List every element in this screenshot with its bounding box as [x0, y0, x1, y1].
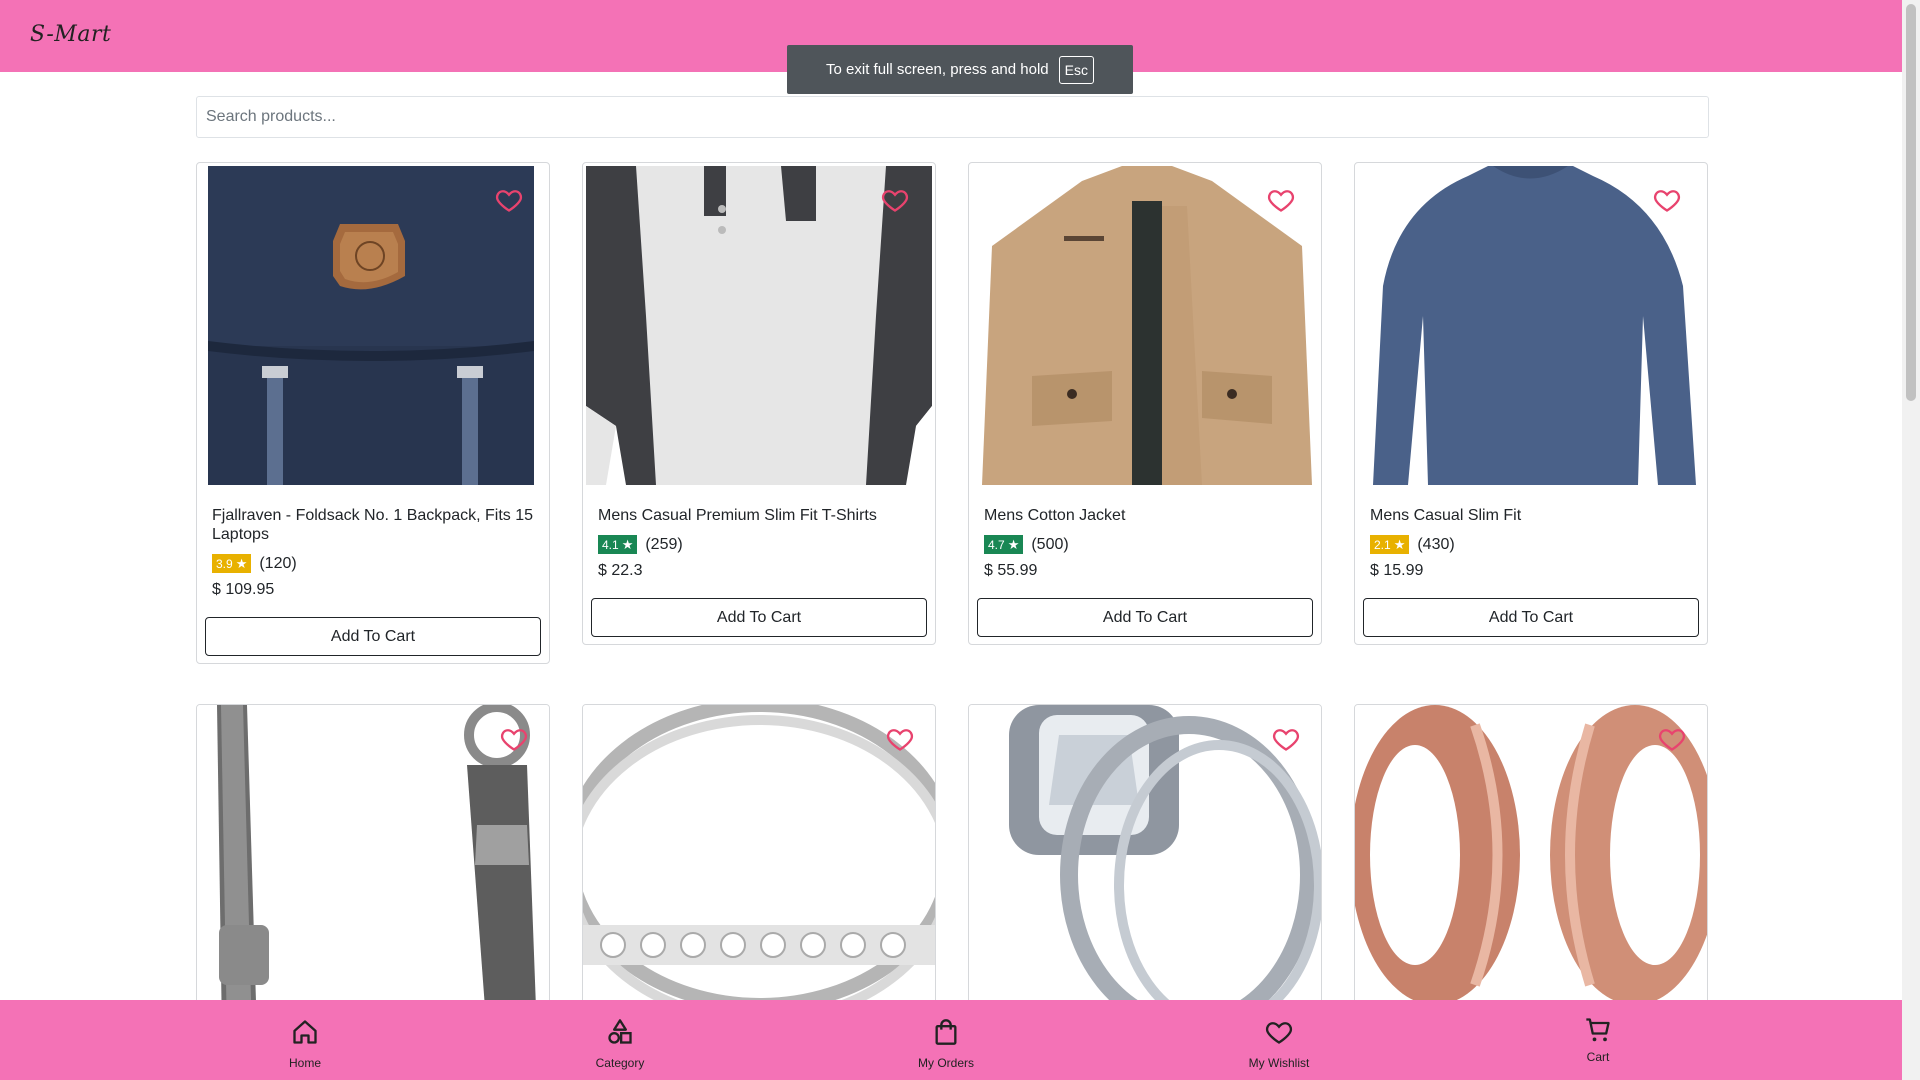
nav-cart[interactable]: Cart — [1528, 1000, 1668, 1080]
nav-my-orders[interactable]: My Orders — [876, 1000, 1016, 1080]
add-to-cart-button[interactable]: Add To Cart — [977, 598, 1313, 637]
nav-home-label: Home — [288, 1056, 321, 1070]
product-card: Fjallraven - Foldsack No. 1 Backpack, Fi… — [196, 162, 550, 664]
nav-home[interactable]: Home — [235, 1000, 375, 1080]
rating-value: 4.1 — [602, 537, 619, 552]
star-icon: ★ — [1007, 536, 1020, 552]
wishlist-heart-icon[interactable] — [499, 725, 529, 753]
product-card: Mens Casual Premium Slim Fit T-Shirts 4.… — [582, 162, 936, 645]
rating-badge: 4.1 ★ — [598, 535, 638, 554]
category-icon — [608, 1019, 632, 1044]
review-count: (500) — [1031, 535, 1069, 553]
product-image-ring[interactable] — [583, 705, 935, 1033]
nav-category[interactable]: Category — [550, 1000, 690, 1080]
wishlist-heart-icon[interactable] — [1266, 186, 1296, 214]
bottom-navigation: Home Category My Orders My Wishlist Cart — [0, 1000, 1902, 1080]
star-icon: ★ — [235, 555, 248, 571]
product-image-diamond-ring[interactable] — [969, 705, 1321, 1033]
shopping-bag-icon — [935, 1019, 957, 1045]
wishlist-heart-icon[interactable] — [494, 186, 524, 214]
wishlist-heart-icon[interactable] — [880, 186, 910, 214]
add-to-cart-button[interactable]: Add To Cart — [205, 617, 541, 656]
product-card — [196, 704, 550, 1034]
review-count: (430) — [1417, 535, 1455, 553]
fullscreen-notice: To exit full screen, press and hold Esc — [787, 45, 1133, 94]
wishlist-heart-icon[interactable] — [1652, 186, 1682, 214]
product-card — [1354, 704, 1708, 1034]
nav-cart-label: Cart — [1586, 1050, 1610, 1064]
product-card: Mens Casual Slim Fit 2.1 ★ (430) $ 15.99 … — [1354, 162, 1708, 645]
search-input[interactable] — [196, 96, 1709, 138]
rating-value: 4.7 — [988, 537, 1005, 552]
star-icon: ★ — [621, 536, 634, 552]
nav-my-orders-label: My Orders — [917, 1056, 974, 1070]
wishlist-heart-icon[interactable] — [1271, 725, 1301, 753]
rating-badge: 2.1 ★ — [1370, 535, 1410, 554]
product-price: $ 55.99 — [984, 562, 1038, 579]
cart-icon — [1586, 1018, 1610, 1042]
scrollbar-thumb[interactable] — [1906, 4, 1916, 401]
rating-badge: 3.9 ★ — [212, 554, 252, 573]
star-icon: ★ — [1393, 536, 1406, 552]
review-count: (259) — [645, 535, 683, 553]
product-card — [582, 704, 936, 1034]
nav-my-wishlist-label: My Wishlist — [1248, 1056, 1310, 1070]
product-price: $ 109.95 — [212, 581, 275, 598]
page-scrollbar[interactable] — [1902, 0, 1920, 1080]
rating-value: 2.1 — [1374, 537, 1391, 552]
product-card — [968, 704, 1322, 1034]
product-image-slim-fit[interactable] — [1358, 166, 1704, 485]
wishlist-heart-icon[interactable] — [885, 725, 915, 753]
rating-value: 3.9 — [216, 556, 233, 571]
product-title[interactable]: Mens Cotton Jacket — [984, 506, 1309, 525]
add-to-cart-button[interactable]: Add To Cart — [591, 598, 927, 637]
esc-key-hint: Esc — [1058, 55, 1094, 84]
product-image-backpack[interactable] — [200, 166, 546, 485]
product-price: $ 15.99 — [1370, 562, 1424, 579]
product-title[interactable]: Fjallraven - Foldsack No. 1 Backpack, Fi… — [212, 506, 537, 544]
product-image-tshirt[interactable] — [586, 166, 932, 485]
home-icon — [293, 1020, 317, 1044]
product-image-rose-gold-plugs[interactable] — [1355, 705, 1707, 1033]
wishlist-heart-icon[interactable] — [1657, 725, 1687, 753]
review-count: (120) — [259, 554, 297, 572]
product-image-bracelet[interactable] — [197, 705, 549, 1033]
brand-logo[interactable]: S-Mart — [30, 22, 111, 47]
rating-badge: 4.7 ★ — [984, 535, 1024, 554]
add-to-cart-button[interactable]: Add To Cart — [1363, 598, 1699, 637]
heart-icon — [1265, 1022, 1293, 1044]
product-price: $ 22.3 — [598, 562, 643, 579]
product-image-jacket[interactable] — [972, 166, 1318, 485]
nav-my-wishlist[interactable]: My Wishlist — [1209, 1000, 1349, 1080]
fullscreen-notice-text: To exit full screen, press and hold — [826, 61, 1049, 78]
nav-category-label: Category — [595, 1056, 645, 1070]
product-card: Mens Cotton Jacket 4.7 ★ (500) $ 55.99 Ad… — [968, 162, 1322, 645]
product-title[interactable]: Mens Casual Premium Slim Fit T-Shirts — [598, 506, 923, 525]
product-title[interactable]: Mens Casual Slim Fit — [1370, 506, 1695, 525]
